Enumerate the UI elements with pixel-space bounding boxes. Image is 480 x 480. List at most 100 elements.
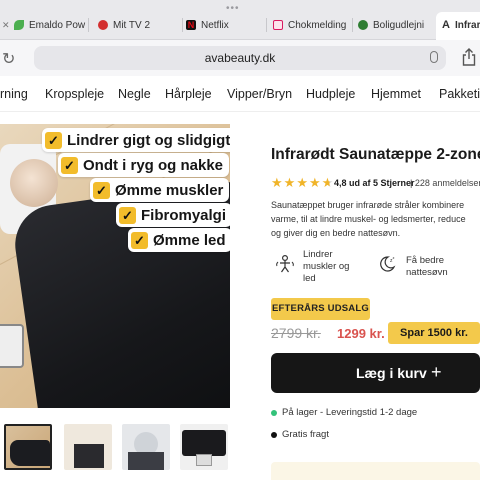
tab-boligudlejning[interactable]: Boligudlejni (358, 15, 436, 35)
person-head-shape (10, 159, 58, 207)
description-line: og giver dig en bedre nattesøvn. (271, 228, 401, 238)
site-navigation: rning Kropspleje Negle Hårpleje Vipper/B… (0, 76, 480, 112)
body-icon (276, 254, 294, 273)
check-icon: ✓ (61, 156, 78, 174)
feature-line: Få bedre (406, 255, 445, 266)
rating-stars[interactable]: ★ ★ ★ ★ ★ (271, 176, 333, 189)
star-icon: ★ (283, 175, 296, 190)
stock-status: På lager - Leveringstid 1-2 dage (282, 407, 418, 418)
sale-price: 1299 kr. (337, 326, 385, 341)
tv2-favicon-icon (98, 20, 108, 30)
benefit-badge: ✓ Ømme muskler (90, 178, 230, 202)
leaf-favicon-icon (14, 20, 24, 30)
product-title: Infrarødt Saunatæppe 2-zone (271, 146, 480, 163)
tab-divider (352, 18, 353, 32)
check-icon: ✓ (45, 131, 62, 149)
benefit-text: Ondt i ryg og nakke (83, 156, 224, 174)
nav-item-hjemmet[interactable]: Hjemmet (371, 87, 421, 101)
feature-line: Lindrer (303, 249, 333, 260)
star-icon: ★ (308, 175, 321, 190)
tab-divider (182, 18, 183, 32)
benefit-text: Lindrer gigt og slidgigt (67, 131, 230, 149)
url-text: avabeauty.dk (204, 51, 276, 65)
bullet-icon (271, 432, 277, 438)
tab-label: Boligudlejni (373, 19, 425, 31)
benefit-badge: ✓ Fibromyalgi (116, 203, 230, 227)
nav-item-vipper-bryn[interactable]: Vipper/Bryn (227, 87, 292, 101)
thumbnail-product-shape (74, 444, 104, 468)
product-main-image[interactable]: ✓ Lindrer gigt og slidgigt ✓ Ondt i ryg … (0, 124, 230, 408)
browser-tab-bar: ••• ✕ Emaldo Pow Mit TV 2 N Netflix Chok… (0, 0, 480, 40)
sleep-icon: z z (380, 255, 396, 272)
tab-label: Mit TV 2 (113, 19, 151, 31)
thumbnail-blanket-shape (128, 452, 164, 470)
controller-shape (0, 324, 24, 368)
tab-label: Chokmelding (288, 19, 347, 31)
feature-line: muskler og (303, 261, 350, 272)
tab-mit-tv2[interactable]: Mit TV 2 (98, 15, 180, 35)
thumbnail-blanket-shape (10, 440, 50, 466)
thumbnail-3[interactable] (122, 424, 170, 470)
nav-item-partial[interactable]: rning (0, 87, 28, 101)
thumbnail-1[interactable] (4, 424, 52, 470)
thumbnail-controller-shape (196, 454, 212, 466)
nav-item-haarpleje[interactable]: Hårpleje (165, 87, 212, 101)
tab-divider (88, 18, 89, 32)
feature-line: nattesøvn (406, 267, 448, 278)
benefit-text: Fibromyalgi (141, 206, 227, 224)
benefit-text: Ømme muskler (115, 181, 224, 199)
rating-text: 4,8 ud af 5 Stjerner (334, 178, 415, 188)
free-shipping: Gratis fragt (282, 429, 329, 440)
check-icon: ✓ (131, 231, 148, 249)
plus-icon: + (431, 362, 442, 382)
sale-badge: EFTERÅRS UDSALG (271, 298, 370, 320)
close-tab-icon[interactable]: ✕ (2, 20, 10, 31)
description-line: varme, til at lindre muskel- og ledsmert… (271, 214, 466, 224)
tab-chokmelding[interactable]: Chokmelding (273, 15, 351, 35)
feature-line: led (303, 273, 316, 284)
netflix-favicon-icon: N (186, 20, 196, 30)
add-to-cart-button[interactable]: Læg i kurv + (271, 353, 480, 393)
window-handle-dots[interactable]: ••• (226, 3, 240, 14)
feature-sleep: Få bedre nattesøvn (406, 255, 448, 279)
tab-label: Netflix (201, 19, 229, 31)
benefit-badge: ✓ Ondt i ryg og nakke (58, 153, 230, 177)
reload-icon[interactable]: ↻ (2, 49, 15, 69)
check-icon: ✓ (93, 181, 110, 199)
add-to-cart-label: Læg i kurv (356, 365, 427, 381)
share-icon[interactable] (462, 48, 476, 66)
info-box-partial (271, 462, 480, 480)
tab-divider (266, 18, 267, 32)
savings-badge: Spar 1500 kr. (388, 322, 480, 344)
tab-emaldo[interactable]: ✕ Emaldo Pow (0, 15, 86, 35)
thumbnail-blanket-shape (182, 430, 226, 456)
nav-item-kropspleje[interactable]: Kropspleje (45, 87, 104, 101)
tab-infrarodt-active[interactable]: A Infrar (442, 15, 480, 35)
feature-muscles: Lindrer muskler og led (303, 249, 349, 285)
svg-text:z: z (393, 255, 395, 260)
nav-item-negle[interactable]: Negle (118, 87, 151, 101)
star-partial-icon: ★ (321, 175, 334, 190)
benefit-badge: ✓ Lindrer gigt og slidgigt (42, 128, 230, 152)
nav-item-hudpleje[interactable]: Hudpleje (306, 87, 355, 101)
thumbnail-4[interactable] (180, 424, 228, 470)
url-field[interactable]: avabeauty.dk (34, 46, 446, 70)
tab-label: Infrar (454, 19, 480, 31)
star-icon: ★ (296, 175, 308, 190)
product-description: Saunatæppet bruger infrarøde stråler kom… (271, 198, 480, 240)
nav-item-pakketilbud[interactable]: Pakketi (439, 87, 480, 101)
star-icon: ★ (271, 175, 283, 190)
tab-label: Emaldo Pow (29, 19, 86, 31)
check-icon: ✓ (119, 206, 136, 224)
chokmelding-favicon-icon (273, 20, 283, 30)
bolig-favicon-icon (358, 20, 368, 30)
ava-favicon-icon: A (442, 19, 450, 31)
review-count-link[interactable]: | 228 anmeldelser (410, 178, 480, 188)
thumbnail-2[interactable] (64, 424, 112, 470)
benefit-text: Ømme led (153, 231, 226, 249)
benefit-badge: ✓ Ømme led (128, 228, 230, 252)
description-line: Saunatæppet bruger infrarøde stråler kom… (271, 200, 465, 210)
tab-netflix[interactable]: N Netflix (186, 15, 266, 35)
in-stock-dot-icon (271, 410, 277, 416)
microphone-icon[interactable] (430, 51, 438, 63)
